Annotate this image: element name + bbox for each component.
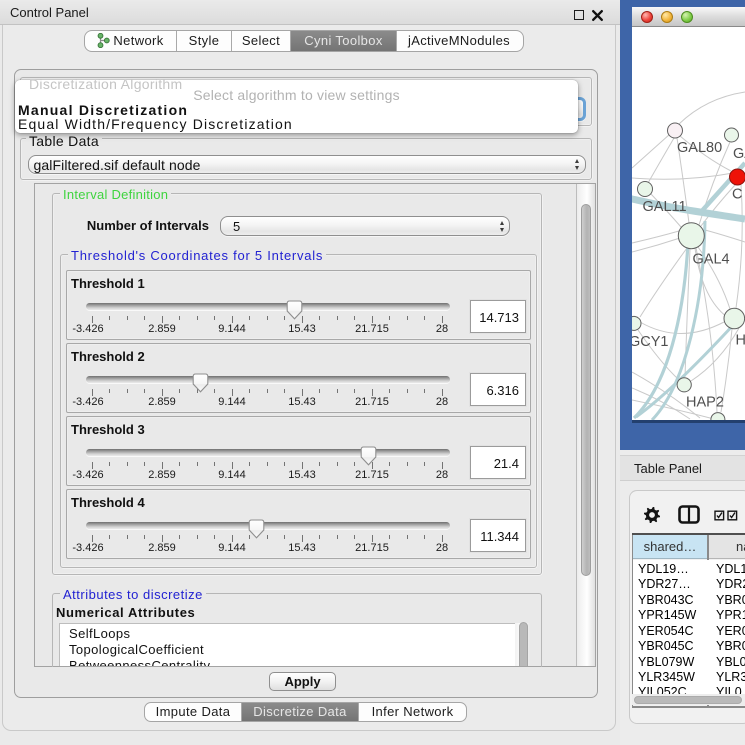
svg-text:GCY1: GCY1 <box>632 334 669 350</box>
svg-text:GAL80: GAL80 <box>677 140 722 156</box>
svg-text:GA: GA <box>733 146 745 162</box>
svg-text:HAP2: HAP2 <box>686 395 724 411</box>
svg-text:GAL4: GAL4 <box>693 252 730 268</box>
svg-text:C: C <box>732 187 742 203</box>
svg-text:H: H <box>736 333 745 349</box>
svg-text:GAL11: GAL11 <box>643 199 687 215</box>
